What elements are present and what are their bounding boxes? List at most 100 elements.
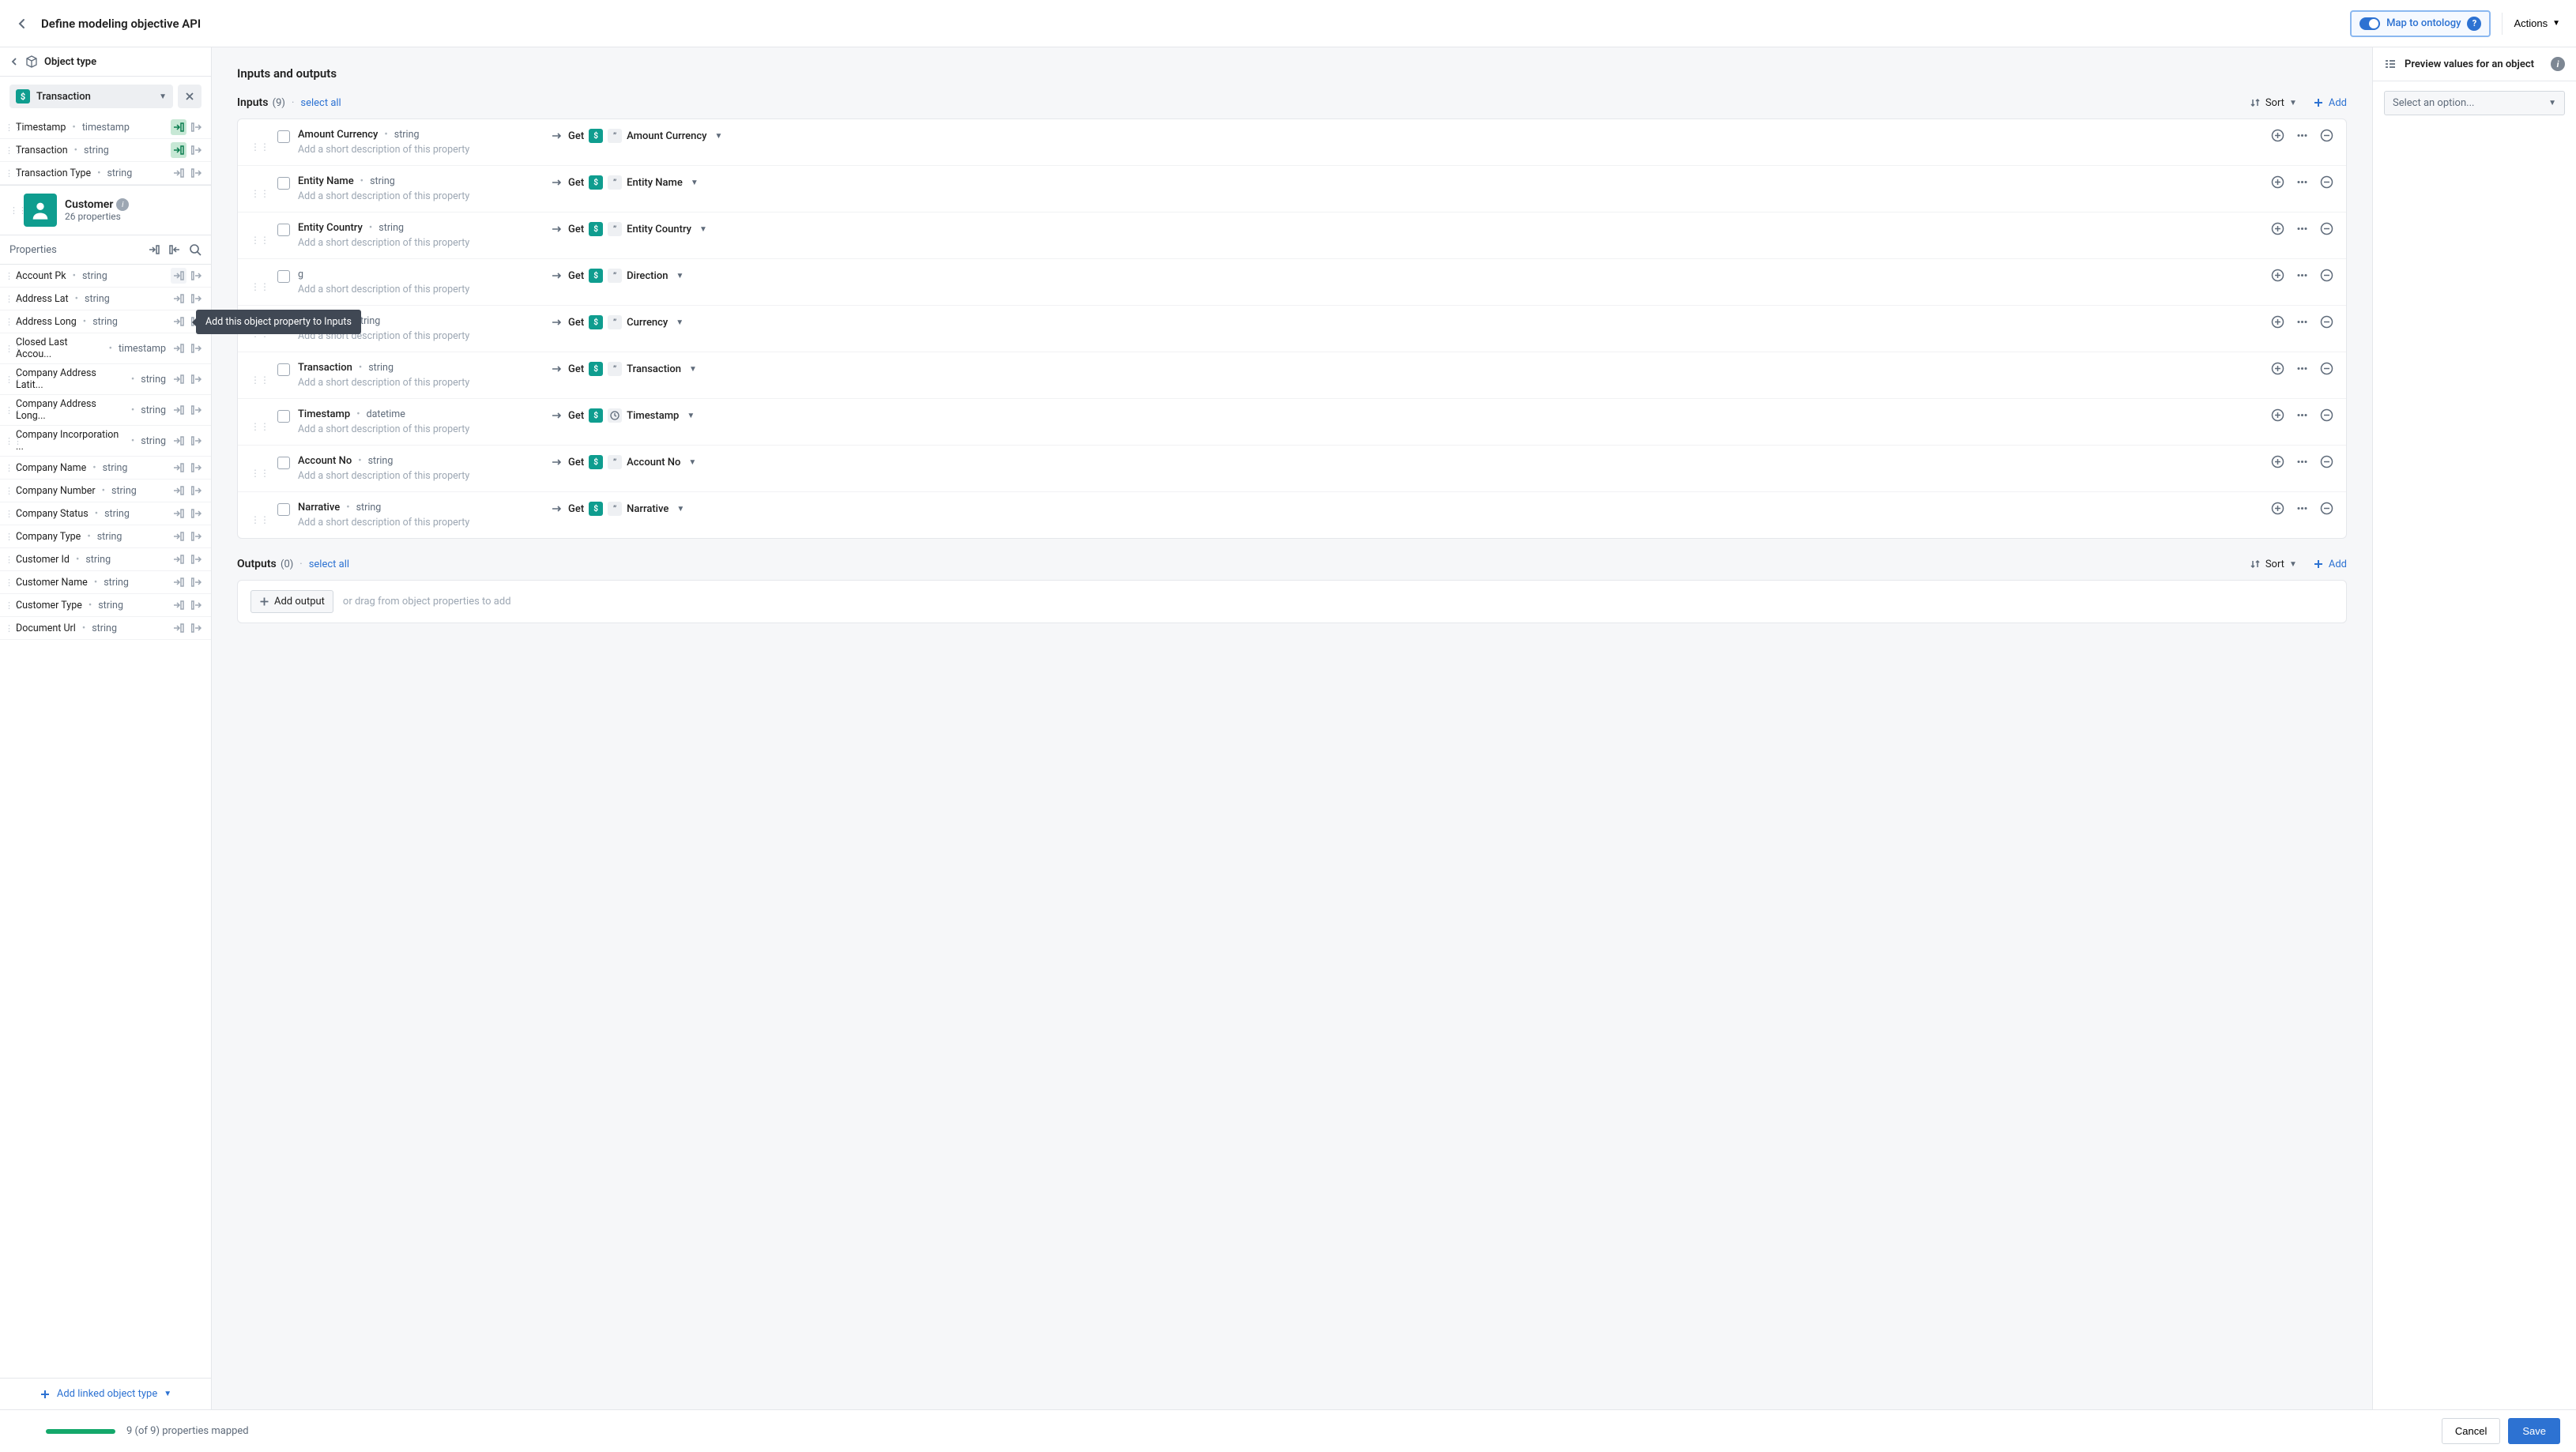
drag-handle-icon[interactable]: ⋮⋮ <box>5 344 11 354</box>
toggle-icon[interactable] <box>2359 17 2380 30</box>
add-icon[interactable] <box>2271 362 2284 375</box>
input-mapping[interactable]: Get$”Narrative▼ <box>551 502 684 516</box>
add-to-outputs-icon[interactable] <box>189 165 205 181</box>
add-to-inputs-icon[interactable] <box>171 314 186 329</box>
property-row[interactable]: ⋮⋮Customer Type•string <box>0 594 211 617</box>
drag-handle-icon[interactable]: ⋮⋮ <box>5 168 11 179</box>
chevron-down-icon[interactable]: ▼ <box>687 412 695 420</box>
drag-handle-icon[interactable]: ⋮⋮ <box>250 269 269 292</box>
property-row[interactable]: ⋮⋮Company Status•string <box>0 502 211 525</box>
drag-handle-icon[interactable]: ⋮⋮ <box>5 623 11 634</box>
input-mapping[interactable]: Get$”Amount Currency▼ <box>551 129 722 143</box>
checkbox[interactable] <box>277 224 290 236</box>
remove-icon[interactable] <box>2320 315 2333 329</box>
add-to-inputs-icon[interactable] <box>171 340 186 356</box>
add-to-outputs-icon[interactable] <box>189 340 205 356</box>
input-mapping[interactable]: Get$”Entity Country▼ <box>551 222 707 236</box>
input-mapping[interactable]: Get$”Transaction▼ <box>551 362 697 376</box>
remove-icon[interactable] <box>2320 362 2333 375</box>
add-output-button[interactable]: Add <box>2313 559 2347 570</box>
add-icon[interactable] <box>2271 502 2284 515</box>
drag-handle-icon[interactable]: ⋮⋮ <box>5 600 11 611</box>
chevron-down-icon[interactable]: ▼ <box>676 318 684 327</box>
chevron-down-icon[interactable]: ▼ <box>715 132 723 141</box>
add-to-outputs-icon[interactable] <box>189 371 205 387</box>
input-description[interactable]: Add a short description of this property <box>298 190 543 202</box>
drag-handle-icon[interactable]: ⋮⋮ <box>5 374 11 385</box>
drag-handle-icon[interactable]: ⋮⋮ <box>5 145 11 156</box>
add-to-outputs-icon[interactable] <box>189 119 205 135</box>
input-description[interactable]: Add a short description of this property <box>298 423 543 435</box>
chevron-down-icon[interactable]: ▼ <box>676 272 684 280</box>
cancel-button[interactable]: Cancel <box>2442 1418 2500 1444</box>
add-to-outputs-icon[interactable] <box>189 597 205 613</box>
drag-handle-icon[interactable]: ⋮⋮ <box>5 486 11 496</box>
drag-handle-icon[interactable]: ⋮⋮ <box>250 129 269 152</box>
checkbox[interactable] <box>277 457 290 469</box>
add-icon[interactable] <box>2271 269 2284 282</box>
add-to-inputs-icon[interactable] <box>171 620 186 636</box>
add-icon[interactable] <box>2271 129 2284 142</box>
input-description[interactable]: Add a short description of this property <box>298 470 543 482</box>
property-row[interactable]: ⋮⋮Account Pk•string <box>0 265 211 288</box>
add-to-outputs-icon[interactable] <box>189 620 205 636</box>
drag-handle-icon[interactable]: ⋮⋮ <box>250 455 269 479</box>
checkbox[interactable] <box>277 177 290 190</box>
map-to-ontology-button[interactable]: Map to ontology ? <box>2350 10 2491 37</box>
input-mapping[interactable]: Get$”Account No▼ <box>551 455 696 469</box>
chevron-down-icon[interactable]: ▼ <box>688 458 696 467</box>
more-icon[interactable] <box>2295 269 2309 282</box>
drag-handle-icon[interactable]: ⋮⋮ <box>250 222 269 246</box>
more-icon[interactable] <box>2295 175 2309 189</box>
object-type-select[interactable]: $ Transaction ▼ <box>9 85 173 108</box>
add-to-outputs-icon[interactable] <box>189 551 205 567</box>
import-icon[interactable] <box>148 243 160 256</box>
checkbox[interactable] <box>277 130 290 143</box>
info-icon[interactable]: i <box>2551 57 2565 71</box>
chevron-down-icon[interactable]: ▼ <box>699 225 707 234</box>
drag-handle-icon[interactable]: ⋮⋮ <box>5 317 11 327</box>
input-description[interactable]: Add a short description of this property <box>298 517 543 529</box>
remove-icon[interactable] <box>2320 455 2333 468</box>
drag-handle-icon[interactable]: ⋮⋮ <box>250 362 269 386</box>
pinned-property-row[interactable]: ⋮⋮Transaction•string <box>0 139 211 162</box>
add-to-outputs-icon[interactable] <box>189 506 205 521</box>
add-to-inputs-icon[interactable] <box>171 119 186 135</box>
checkbox[interactable] <box>277 410 290 423</box>
add-to-outputs-icon[interactable] <box>189 402 205 418</box>
drag-handle-icon[interactable]: ⋮⋮ <box>9 205 16 216</box>
property-row[interactable]: ⋮⋮Document Url•string <box>0 617 211 640</box>
input-description[interactable]: Add a short description of this property <box>298 377 543 389</box>
drag-handle-icon[interactable]: ⋮⋮ <box>5 463 11 473</box>
object-type-breadcrumb[interactable]: Object type <box>0 47 211 77</box>
property-row[interactable]: ⋮⋮Company Address Latit...•string <box>0 364 211 395</box>
add-to-outputs-icon[interactable] <box>189 268 205 284</box>
remove-icon[interactable] <box>2320 502 2333 515</box>
checkbox[interactable] <box>277 363 290 376</box>
sort-button[interactable]: Sort ▼ <box>2250 97 2297 109</box>
input-description[interactable]: Add a short description of this property <box>298 144 543 156</box>
add-to-inputs-icon[interactable] <box>171 574 186 590</box>
add-icon[interactable] <box>2271 455 2284 468</box>
property-row[interactable]: ⋮⋮Customer Id•string <box>0 548 211 571</box>
drag-handle-icon[interactable]: ⋮⋮ <box>5 532 11 542</box>
add-to-outputs-icon[interactable] <box>189 433 205 449</box>
add-icon[interactable] <box>2271 175 2284 189</box>
more-icon[interactable] <box>2295 222 2309 235</box>
remove-icon[interactable] <box>2320 222 2333 235</box>
add-linked-object-button[interactable]: Add linked object type ▼ <box>40 1388 171 1400</box>
input-mapping[interactable]: Get$Timestamp▼ <box>551 408 695 423</box>
input-mapping[interactable]: Get$”Direction▼ <box>551 269 684 283</box>
remove-icon[interactable] <box>2320 175 2333 189</box>
more-icon[interactable] <box>2295 455 2309 468</box>
drag-handle-icon[interactable]: ⋮⋮ <box>5 271 11 281</box>
add-to-inputs-icon[interactable] <box>171 460 186 476</box>
checkbox[interactable] <box>277 270 290 283</box>
remove-icon[interactable] <box>2320 129 2333 142</box>
preview-select[interactable]: Select an option... ▼ <box>2384 91 2565 115</box>
property-row[interactable]: ⋮⋮Address Lat•string <box>0 288 211 310</box>
drag-handle-icon[interactable]: ⋮⋮ <box>5 509 11 519</box>
search-icon[interactable] <box>189 243 201 256</box>
add-output-button-inline[interactable]: Add output <box>250 590 333 613</box>
add-to-inputs-icon[interactable] <box>171 433 186 449</box>
